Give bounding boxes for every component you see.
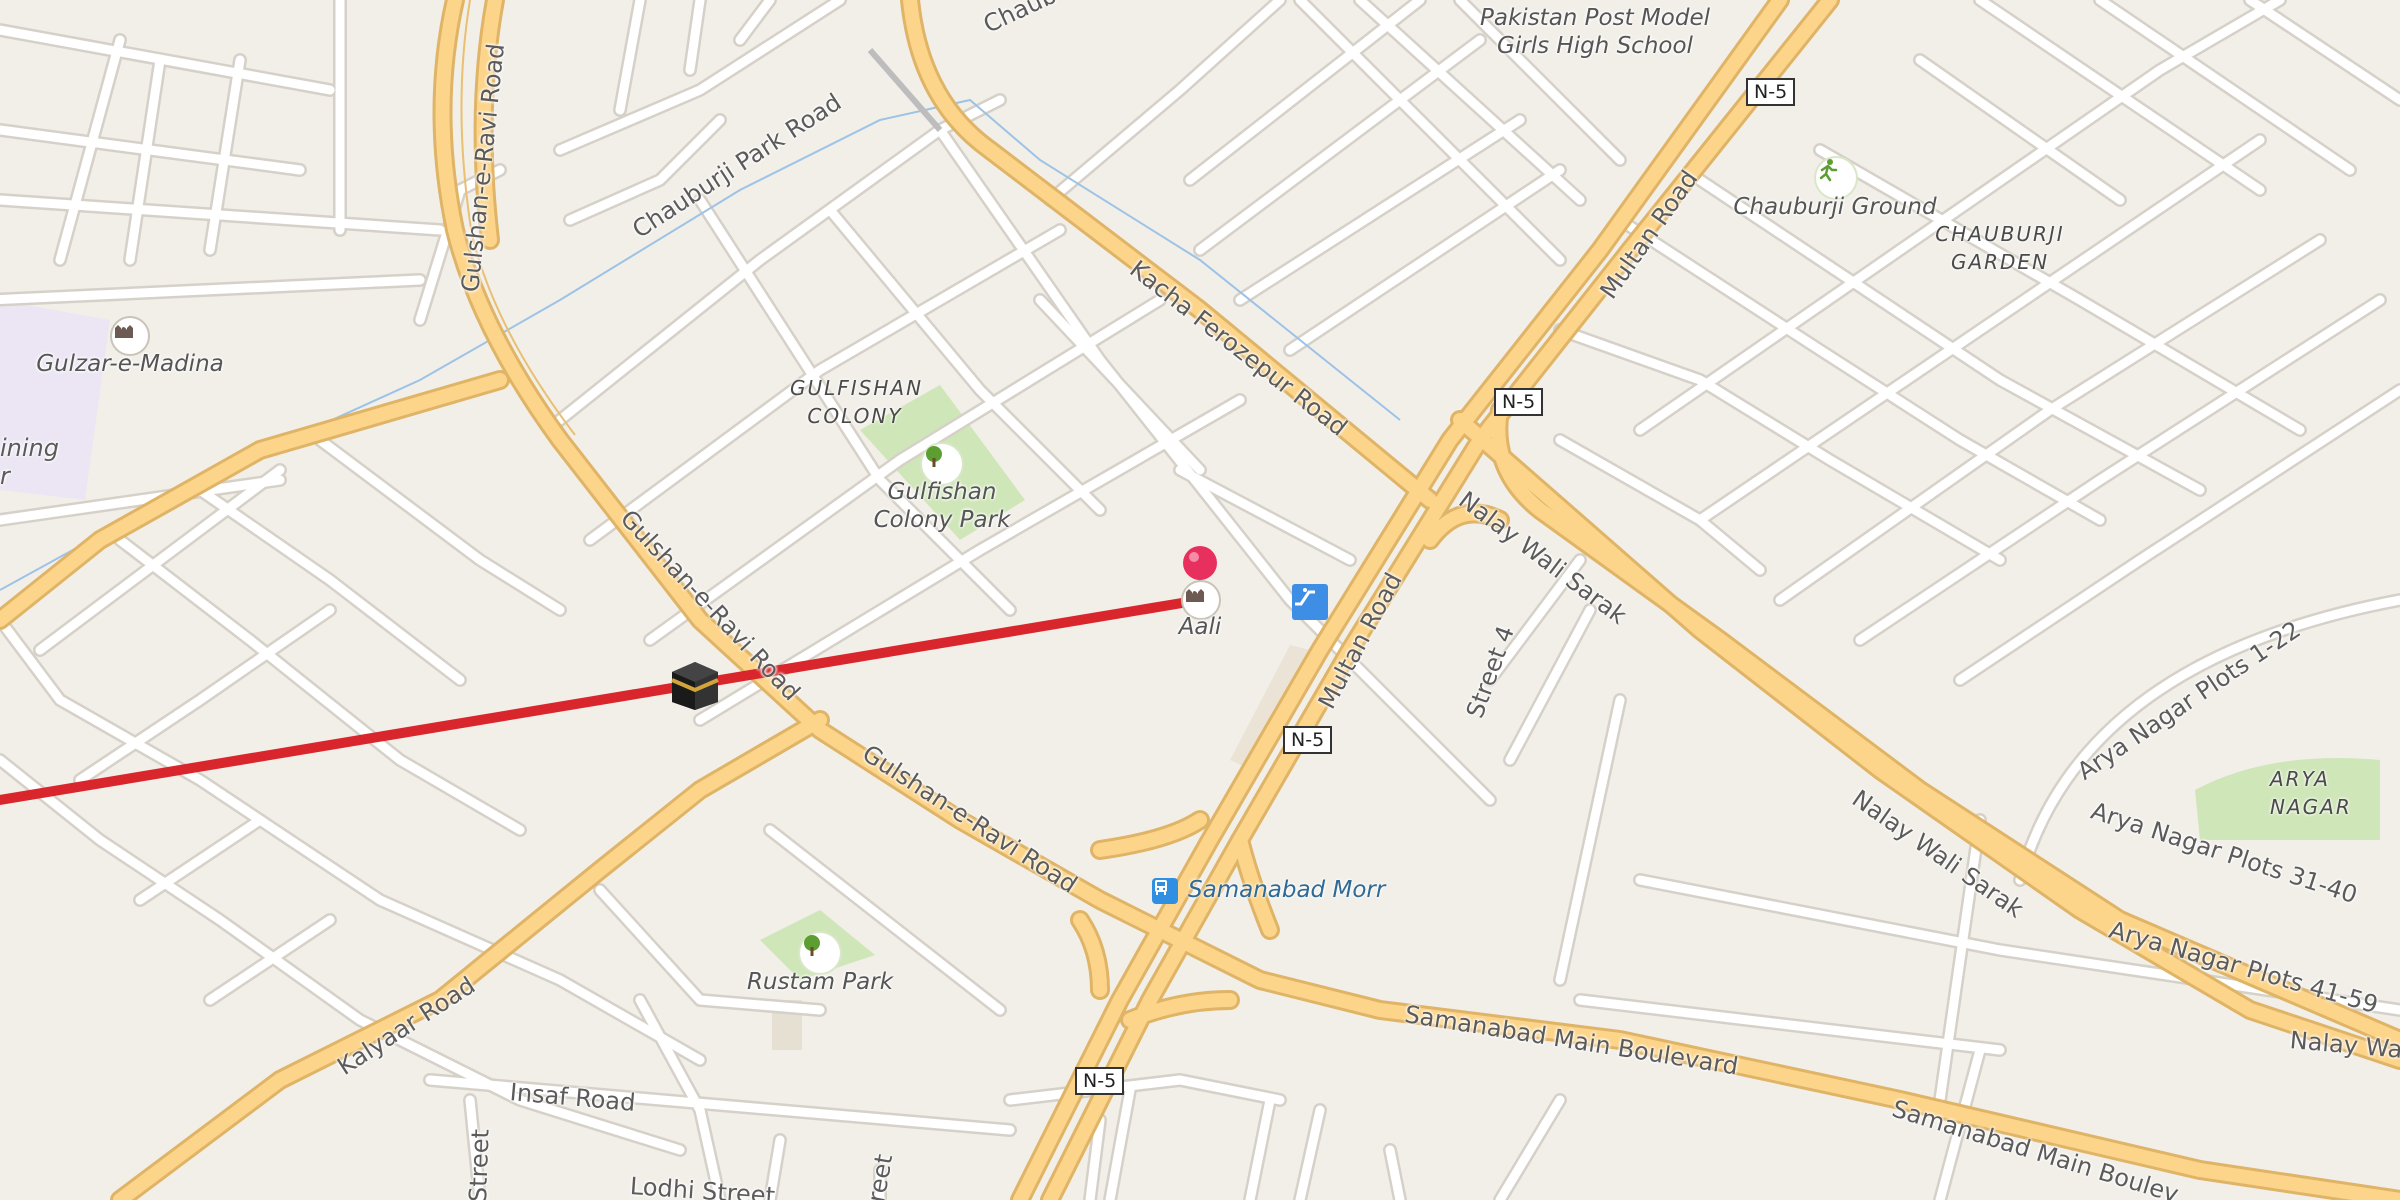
bus-stop-icon[interactable] [1152,878,1178,904]
poi-label-truncated-2: r [0,462,10,490]
area-label-arya-nagar: ARYA NAGAR [2270,767,2352,819]
poi-label-chauburji-ground: Chauburji Ground [1733,194,1937,220]
road-label: Street [464,1128,495,1200]
poi-label-gulzar-e-madina: Gulzar-e-Madina [36,351,224,377]
area-label-gulfishan-colony: GULFISHAN COLONY [790,376,924,428]
institution-area [0,300,110,500]
poi-label-gulfishan-park: Gulfishan Colony Park [873,479,1011,533]
qibla-direction-line [0,595,1205,805]
highway-shield-n5: N-5 [1494,388,1544,416]
tree-icon[interactable] [800,933,840,973]
bus-stop-label: Samanabad Morr [1188,877,1386,903]
escalator-icon[interactable] [1292,584,1328,620]
highway-shield-n5: N-5 [1283,726,1333,754]
poi-label-truncated: ining [0,434,59,462]
highway-shield-n5: N-5 [1746,78,1796,106]
poi-label-aali: Aali [1178,614,1222,640]
poi-label-pakistan-post-school: Pakistan Post Model Girls High School [1480,5,1710,59]
poi-label-rustam-park: Rustam Park [746,969,894,995]
area-label-chauburji-garden: CHAUBURJI GARDEN [1935,222,2065,274]
kaaba-icon[interactable] [668,658,722,712]
sports-icon[interactable] [1816,158,1856,198]
map-canvas[interactable]: Aali Gulzar-e-Madina ining r Gulfishan C… [0,0,2400,1200]
highway-shield-n5: N-5 [1075,1067,1125,1095]
